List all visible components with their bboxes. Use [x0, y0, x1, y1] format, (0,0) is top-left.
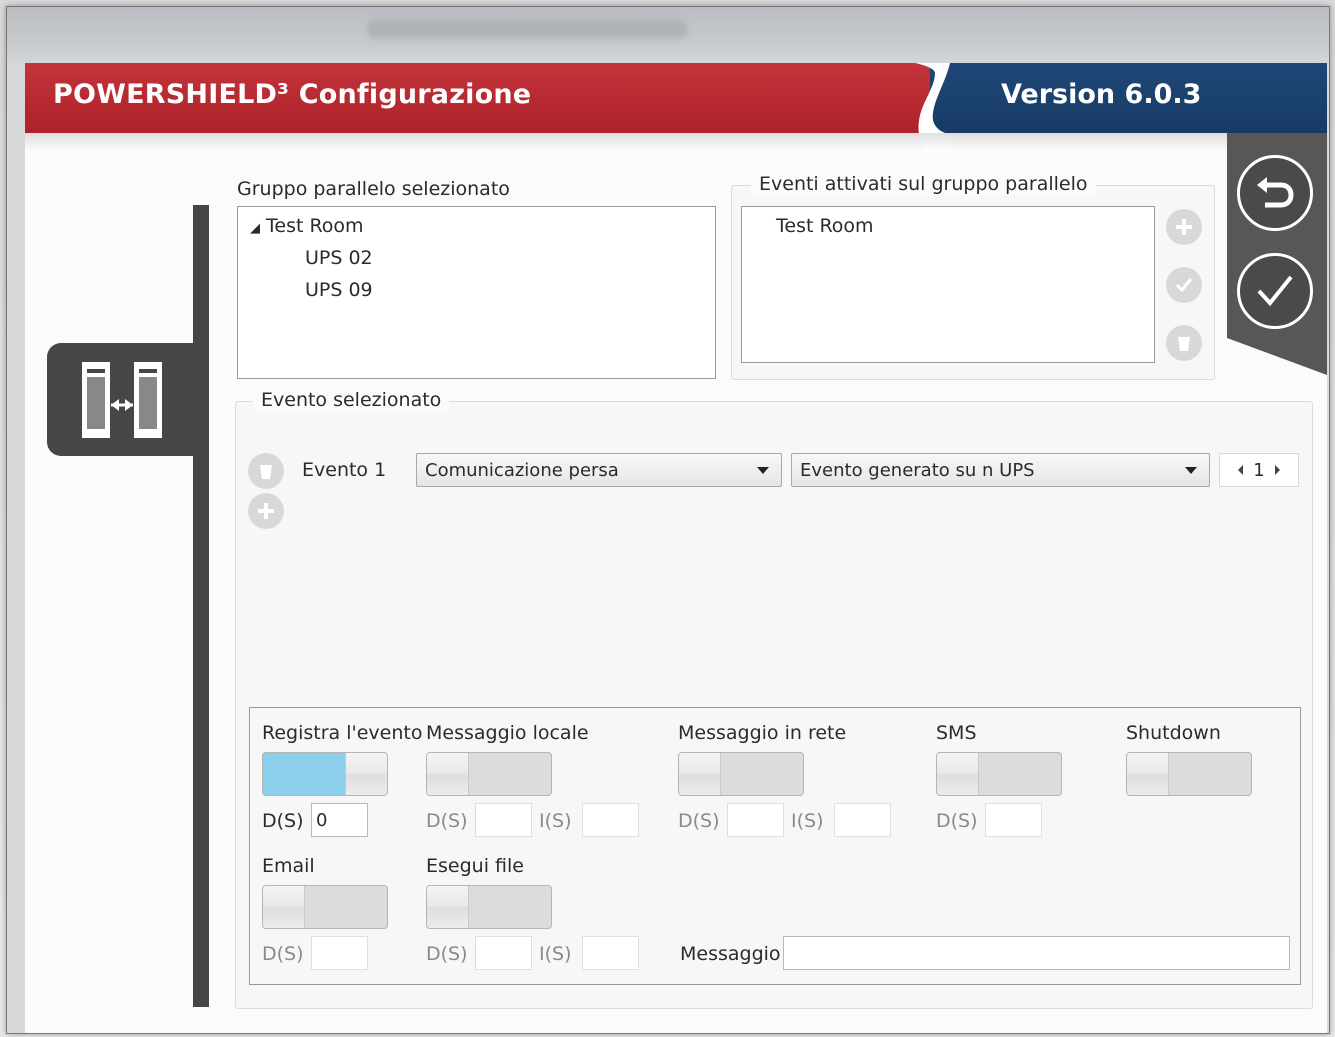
selected-event-legend: Evento selezionato	[253, 389, 450, 411]
chevron-down-icon	[1185, 467, 1197, 474]
messaggio-locale-i-label: I(S)	[539, 810, 572, 832]
add-event-row-button[interactable]	[248, 493, 284, 529]
group-label: Gruppo parallelo selezionato	[237, 178, 510, 200]
event-actions-panel: Registra l'evento Messaggio locale Messa…	[249, 707, 1301, 985]
email-d-label: D(S)	[262, 943, 304, 965]
messaggio-locale-delay-input[interactable]	[475, 803, 532, 837]
registra-toggle[interactable]	[262, 752, 388, 796]
delete-event-row-button[interactable]	[248, 453, 284, 489]
event-type-select[interactable]: Comunicazione persa	[416, 453, 782, 487]
messaggio-label: Messaggio	[680, 943, 781, 965]
sidebar-tab-parallel-group[interactable]	[47, 343, 197, 456]
confirm-button[interactable]	[1237, 253, 1313, 329]
messaggio-locale-interval-input[interactable]	[582, 803, 639, 837]
group-tree[interactable]: ◢ Test Room UPS 02 UPS 09	[237, 206, 716, 379]
messaggio-rete-toggle[interactable]	[678, 752, 804, 796]
esegui-file-toggle[interactable]	[426, 885, 552, 929]
event-type-value: Comunicazione persa	[425, 460, 619, 481]
toggle-knob	[937, 753, 979, 795]
delete-event-button[interactable]	[1166, 325, 1202, 361]
email-toggle[interactable]	[262, 885, 388, 929]
undo-icon	[1257, 177, 1294, 208]
chevron-down-icon	[757, 467, 769, 474]
shutdown-label: Shutdown	[1126, 722, 1221, 744]
toggle-knob	[345, 753, 387, 795]
check-icon	[1175, 278, 1193, 293]
registra-d-label: D(S)	[262, 810, 304, 832]
increment-icon[interactable]	[1274, 465, 1280, 475]
add-icon	[258, 503, 274, 519]
sms-d-label: D(S)	[936, 810, 978, 832]
messaggio-locale-label: Messaggio locale	[426, 722, 589, 744]
messaggio-rete-i-label: I(S)	[791, 810, 824, 832]
email-label: Email	[262, 855, 315, 877]
toggle-knob	[263, 886, 305, 928]
parallel-ups-icon	[82, 362, 162, 438]
delete-icon	[1178, 337, 1190, 351]
messaggio-rete-delay-input[interactable]	[727, 803, 784, 837]
messaggio-locale-toggle[interactable]	[426, 752, 552, 796]
condition-value: Evento generato su n UPS	[800, 460, 1035, 481]
decrement-icon[interactable]	[1238, 465, 1244, 475]
checkmark-icon	[1257, 275, 1293, 307]
condition-select[interactable]: Evento generato su n UPS	[791, 453, 1210, 487]
delete-icon	[260, 465, 272, 479]
messaggio-rete-interval-input[interactable]	[834, 803, 891, 837]
toggle-knob	[427, 753, 469, 795]
back-button[interactable]	[1237, 155, 1313, 231]
registra-label: Registra l'evento	[262, 722, 423, 744]
esegui-file-d-label: D(S)	[426, 943, 468, 965]
registra-delay-input[interactable]: 0	[311, 803, 368, 837]
shutdown-toggle[interactable]	[1126, 752, 1252, 796]
email-delay-input[interactable]	[311, 936, 368, 970]
tree-node-root[interactable]: ◢ Test Room	[250, 215, 364, 237]
esegui-file-interval-input[interactable]	[582, 936, 639, 970]
toggle-knob	[427, 886, 469, 928]
app-client-area: POWERSHIELD³ Configurazione Version 6.0.…	[25, 63, 1327, 1033]
ups-count-value: 1	[1253, 459, 1265, 481]
window-frame: POWERSHIELD³ Configurazione Version 6.0.…	[6, 6, 1330, 1034]
header-shadow	[25, 133, 1327, 151]
esegui-file-delay-input[interactable]	[475, 936, 532, 970]
messaggio-input[interactable]	[783, 936, 1290, 970]
events-legend: Eventi attivati sul gruppo parallelo	[751, 173, 1096, 195]
tree-node-child[interactable]: UPS 09	[305, 279, 373, 301]
enable-event-button[interactable]	[1166, 267, 1202, 303]
esegui-file-i-label: I(S)	[539, 943, 572, 965]
sms-label: SMS	[936, 722, 977, 744]
sms-toggle[interactable]	[936, 752, 1062, 796]
toggle-knob	[679, 753, 721, 795]
event-row-label: Evento 1	[302, 459, 387, 481]
expand-triangle-icon[interactable]: ◢	[250, 221, 260, 236]
app-title: POWERSHIELD³ Configurazione	[53, 79, 532, 110]
events-list[interactable]: Test Room	[741, 206, 1155, 363]
add-event-button[interactable]	[1166, 209, 1202, 245]
messaggio-locale-d-label: D(S)	[426, 810, 468, 832]
tree-node-child[interactable]: UPS 02	[305, 247, 373, 269]
sms-delay-input[interactable]	[985, 803, 1042, 837]
sidebar-rail	[193, 205, 209, 1007]
tree-root-label: Test Room	[266, 215, 364, 237]
add-icon	[1176, 219, 1192, 235]
window-title-bar	[367, 21, 687, 39]
ups-count-stepper[interactable]: 1	[1219, 453, 1299, 487]
list-item[interactable]: Test Room	[776, 215, 874, 237]
toggle-knob	[1127, 753, 1169, 795]
messaggio-rete-d-label: D(S)	[678, 810, 720, 832]
messaggio-rete-label: Messaggio in rete	[678, 722, 847, 744]
version-label: Version 6.0.3	[1001, 79, 1202, 110]
esegui-file-label: Esegui file	[426, 855, 524, 877]
